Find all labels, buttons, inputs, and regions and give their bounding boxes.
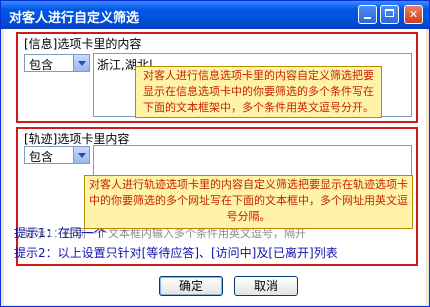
hint-2: 提示2：以上设置只针对[等待应答]、[访问中]及[已离开]列表: [14, 246, 338, 260]
title-bar[interactable]: 对客人进行自定义筛选 ✕: [1, 1, 429, 29]
info-section-label: [信息]选项卡里的内容: [24, 37, 142, 51]
dialog-body: [信息]选项卡里的内容 包含 浙江,湖北| [轨迹]选项卡里内容 包含 提示1：…: [4, 29, 426, 305]
info-condition-select[interactable]: 包含: [24, 54, 90, 72]
track-tooltip: 对客人进行轨迹选项卡里的内容自定义筛选把要显示在轨迹选项卡中的你要筛选的多个网址…: [84, 175, 413, 229]
chevron-down-icon[interactable]: [73, 55, 89, 71]
ok-button[interactable]: 确定: [159, 276, 223, 296]
dialog-window: 对客人进行自定义筛选 ✕ [信息]选项卡里的内容 包含 浙江,湖北| [轨迹]选…: [0, 0, 430, 307]
maximize-icon: [385, 9, 394, 17]
cancel-button[interactable]: 取消: [234, 276, 298, 296]
chevron-down-icon[interactable]: [73, 147, 89, 163]
track-condition-value: 包含: [29, 150, 54, 164]
close-icon: ✕: [408, 8, 419, 21]
track-condition-select[interactable]: 包含: [24, 146, 90, 164]
minimize-button[interactable]: [358, 5, 377, 24]
minimize-icon: [364, 17, 371, 19]
info-tooltip: 对客人进行信息选项卡里的内容自定义筛选把要显示在信息选项卡中的你要筛选的多个条件…: [135, 66, 382, 118]
maximize-button[interactable]: [380, 5, 399, 24]
info-condition-value: 包含: [29, 58, 54, 72]
window-title: 对客人进行自定义筛选: [9, 11, 140, 26]
close-button[interactable]: ✕: [404, 5, 423, 24]
